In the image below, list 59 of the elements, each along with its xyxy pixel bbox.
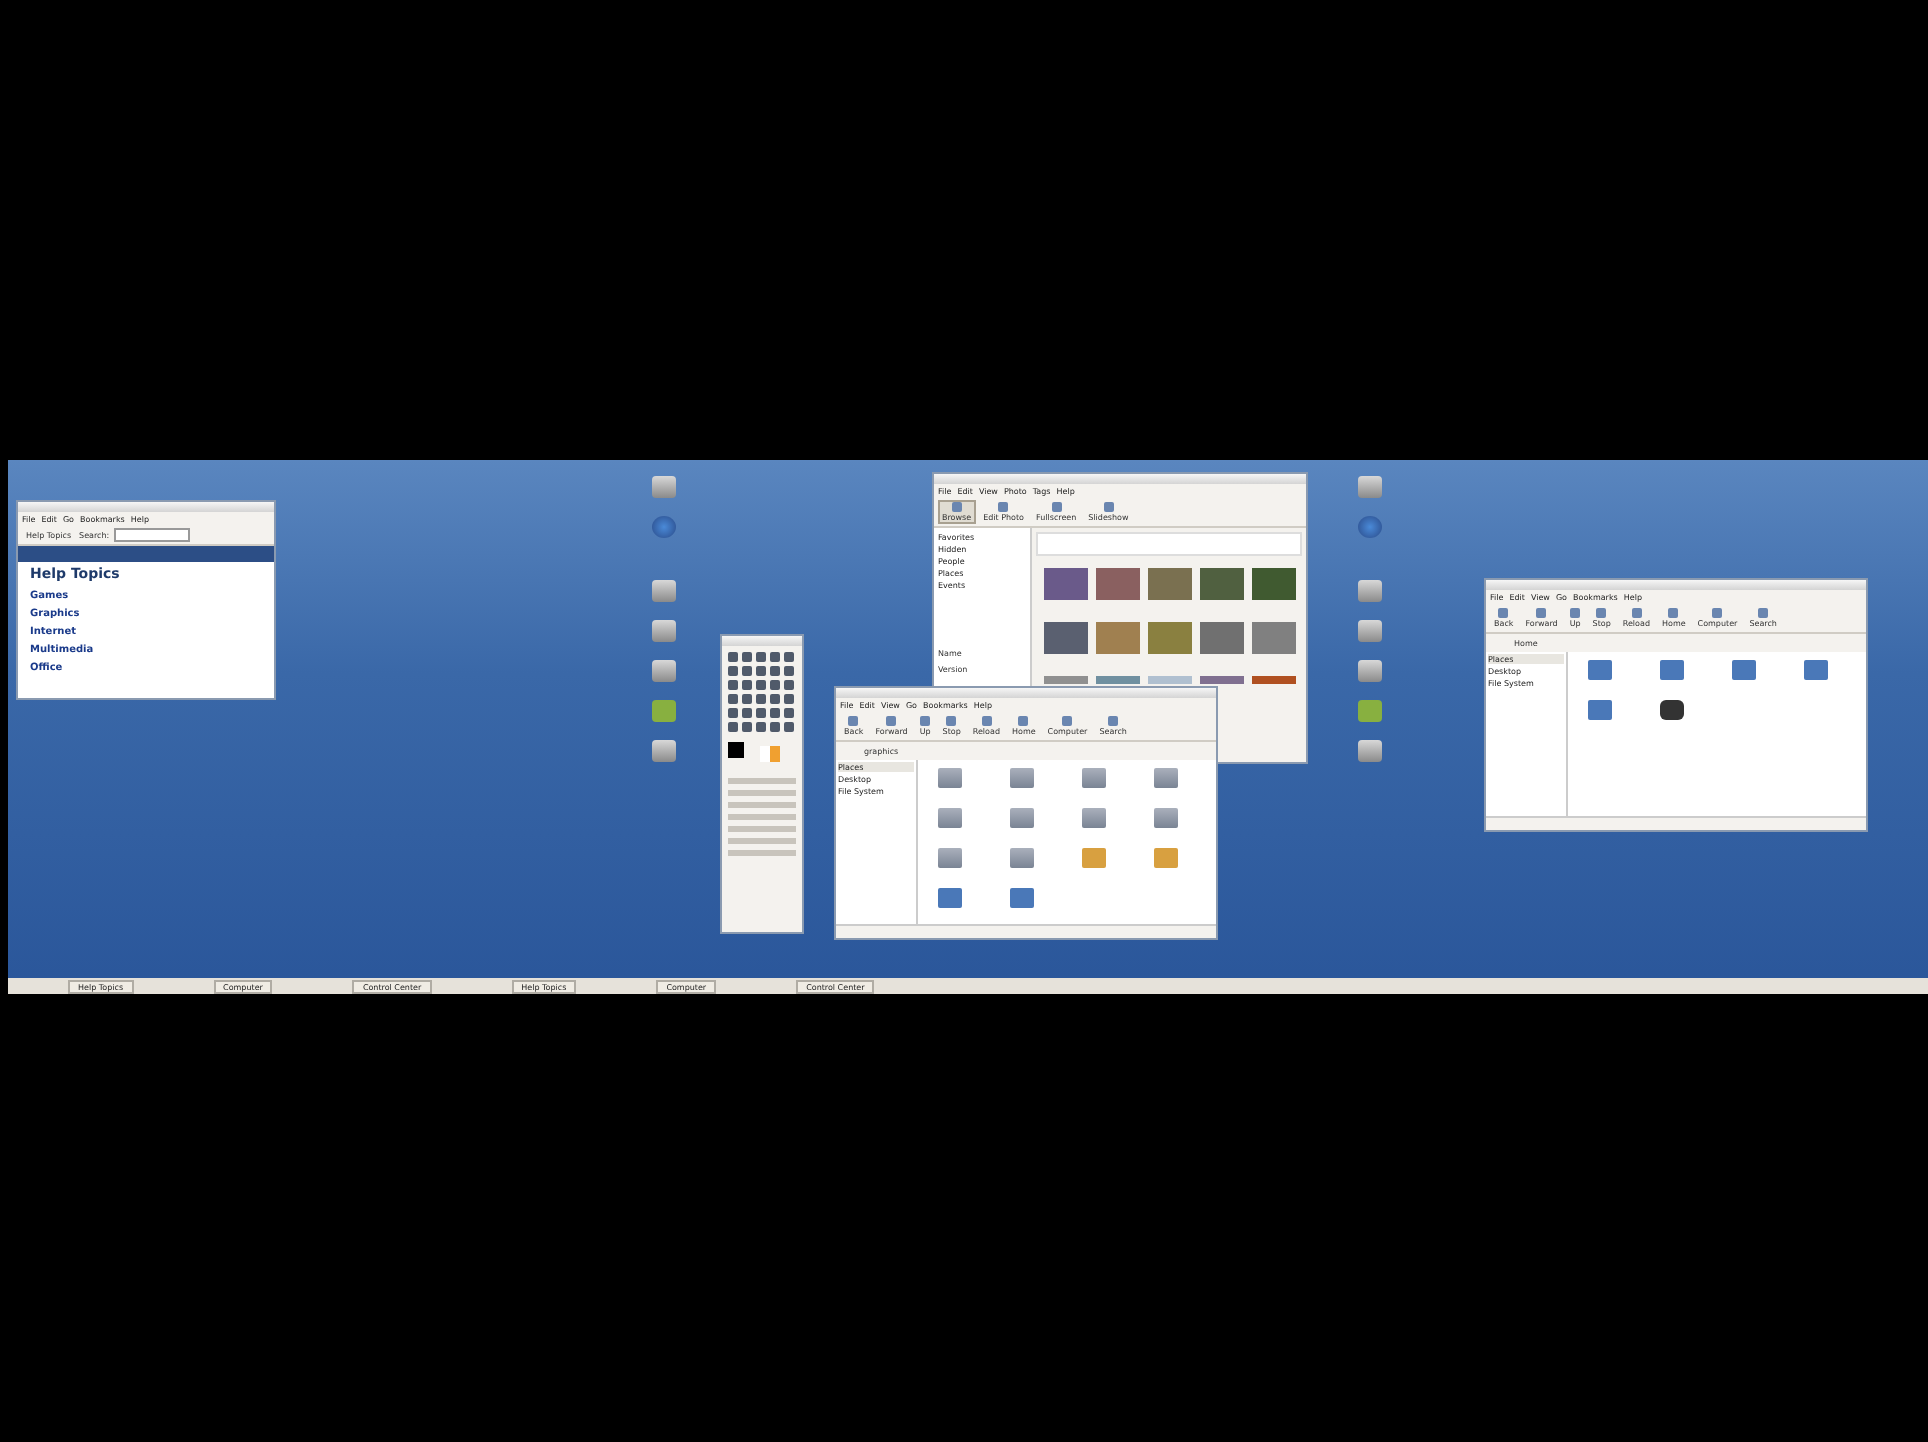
desktop-icon[interactable]: [652, 700, 676, 722]
desktop-icon[interactable]: [652, 740, 676, 762]
option-row[interactable]: [728, 850, 796, 856]
image-icon[interactable]: [1588, 700, 1612, 720]
camera-icon[interactable]: [1660, 700, 1684, 720]
photo-placeholder[interactable]: [1044, 568, 1088, 600]
window-title-bar: [722, 636, 802, 646]
folder-icon[interactable]: [1082, 768, 1106, 788]
image-icon[interactable]: [1804, 660, 1828, 680]
desktop-icon[interactable]: [652, 580, 676, 602]
photo-placeholder[interactable]: [1200, 568, 1244, 600]
desktop-icon[interactable]: [1358, 580, 1382, 602]
desktop-icon[interactable]: [1358, 476, 1382, 498]
option-row[interactable]: [728, 778, 796, 784]
desktop-icon[interactable]: [1358, 700, 1382, 722]
photo-placeholder[interactable]: [1148, 622, 1192, 654]
package-icon[interactable]: [1154, 848, 1178, 868]
photo-placeholder[interactable]: [1148, 676, 1192, 684]
photo-placeholder[interactable]: [1044, 622, 1088, 654]
photo-placeholder[interactable]: [1044, 676, 1088, 684]
photo-placeholder[interactable]: [1148, 568, 1192, 600]
folder-icon[interactable]: [1010, 808, 1034, 828]
desktop-icon[interactable]: [1358, 660, 1382, 682]
photo-placeholder[interactable]: [1096, 622, 1140, 654]
option-row[interactable]: [728, 814, 796, 820]
folder-icon[interactable]: [1010, 768, 1034, 788]
image-icon[interactable]: [1660, 660, 1684, 680]
desktop-icon[interactable]: [1358, 620, 1382, 642]
photo-placeholder[interactable]: [1200, 622, 1244, 654]
desktop-icon[interactable]: [652, 476, 676, 498]
photo-placeholder[interactable]: [1096, 676, 1140, 684]
folder-icon[interactable]: [1154, 768, 1178, 788]
folder-icon[interactable]: [1010, 848, 1034, 868]
option-row[interactable]: [728, 802, 796, 808]
option-row[interactable]: [728, 826, 796, 832]
image-icon[interactable]: [1732, 660, 1756, 680]
photo-placeholder[interactable]: [1252, 676, 1296, 684]
timeline-bar[interactable]: [1036, 532, 1302, 556]
photo-placeholder[interactable]: [1096, 568, 1140, 600]
option-row[interactable]: [728, 838, 796, 844]
desktop-icon[interactable]: [652, 516, 676, 538]
photo-placeholder[interactable]: [1252, 622, 1296, 654]
desktop-icon[interactable]: [652, 620, 676, 642]
photo-placeholder[interactable]: [1252, 568, 1296, 600]
search-field[interactable]: [113, 528, 190, 542]
photo-placeholder[interactable]: [1200, 676, 1244, 684]
image-icon[interactable]: [1588, 660, 1612, 680]
image-icon[interactable]: [938, 888, 962, 908]
folder-icon[interactable]: [938, 768, 962, 788]
option-row[interactable]: [728, 790, 796, 796]
folder-icon[interactable]: [938, 848, 962, 868]
package-icon[interactable]: [1082, 848, 1106, 868]
desktop-icon[interactable]: [1358, 740, 1382, 762]
image-icon[interactable]: [1010, 888, 1034, 908]
folder-icon[interactable]: [1082, 808, 1106, 828]
desktop-icon[interactable]: [1358, 516, 1382, 538]
folder-icon[interactable]: [1154, 808, 1178, 828]
folder-icon[interactable]: [938, 808, 962, 828]
desktop-icon[interactable]: [652, 660, 676, 682]
